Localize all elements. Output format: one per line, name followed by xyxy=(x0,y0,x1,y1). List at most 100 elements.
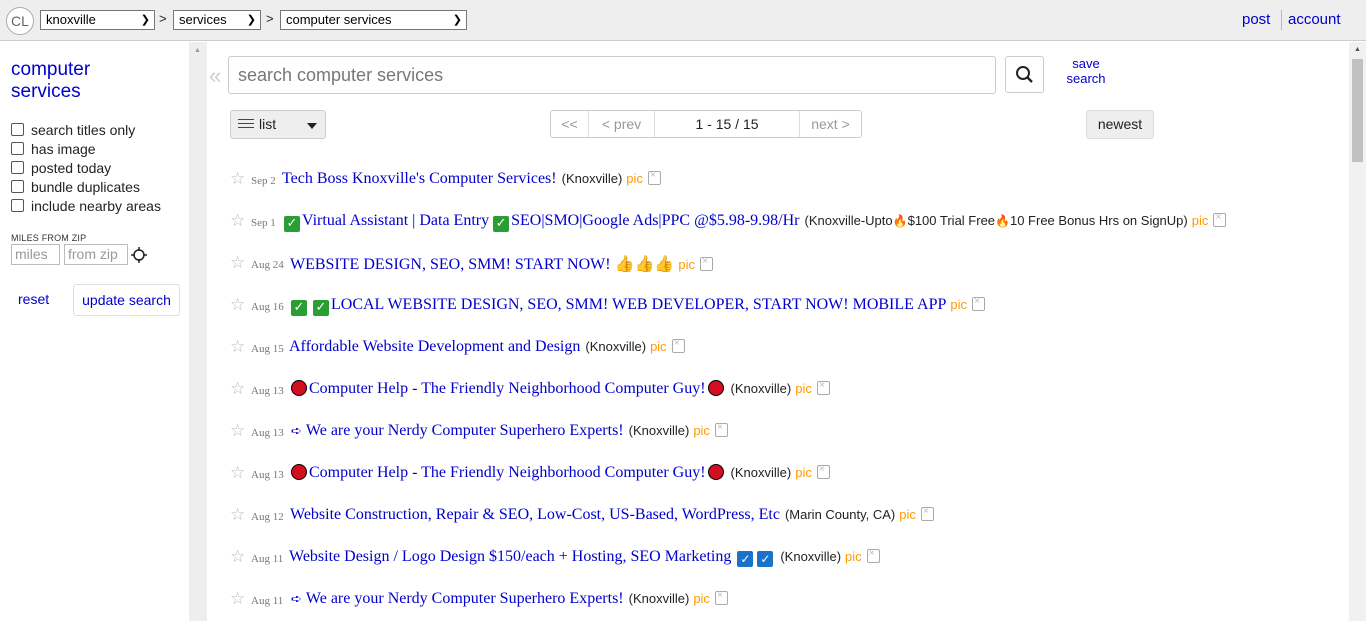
checkbox[interactable] xyxy=(11,180,24,193)
locate-me-icon[interactable] xyxy=(131,247,147,263)
listing-title-link[interactable]: Website Construction, Repair & SEO, Low-… xyxy=(290,506,780,523)
reset-link[interactable]: reset xyxy=(18,291,49,307)
hide-posting-icon[interactable] xyxy=(714,589,728,605)
search-button[interactable] xyxy=(1005,56,1044,93)
listing-title-link[interactable]: ➪ We are your Nerdy Computer Superhero Ex… xyxy=(291,590,624,607)
star-icon[interactable]: ☆ xyxy=(230,589,245,609)
scroll-up-icon[interactable]: ▲ xyxy=(1354,46,1361,53)
filter-has-image[interactable]: has image xyxy=(11,140,96,159)
checkbox[interactable] xyxy=(11,142,24,155)
listing-title-link[interactable]: WEBSITE DESIGN, SEO, SMM! START NOW! 👍👍👍 xyxy=(290,254,674,273)
listing-title-link[interactable]: Affordable Website Development and Desig… xyxy=(289,338,580,355)
listing-title-text: WEBSITE DESIGN, SEO, SMM! START NOW! xyxy=(290,256,611,273)
subcategory-select[interactable]: computer services ❯ xyxy=(280,10,467,30)
star-icon[interactable]: ☆ xyxy=(230,463,245,483)
hide-posting-icon[interactable] xyxy=(972,295,986,311)
star-icon[interactable]: ☆ xyxy=(230,337,245,357)
listing-title-text: LOCAL WEBSITE DESIGN, SEO, SMM! WEB DEVE… xyxy=(331,296,947,313)
checkbox[interactable] xyxy=(11,199,24,212)
star-icon[interactable]: ☆ xyxy=(230,379,245,399)
star-icon[interactable]: ☆ xyxy=(230,211,245,231)
filter-bundle-duplicates[interactable]: bundle duplicates xyxy=(11,178,140,197)
post-date: Sep 1 xyxy=(251,217,276,229)
sidebar-category-title[interactable]: computer services xyxy=(11,59,90,103)
filter-include-nearby-areas[interactable]: include nearby areas xyxy=(11,197,161,216)
listing-title-link[interactable]: ✓ ✓ LOCAL WEBSITE DESIGN, SEO, SMM! WEB D… xyxy=(291,296,947,316)
page-scrollbar[interactable]: ▲ xyxy=(1349,42,1366,621)
listing-title-link[interactable]: Computer Help - The Friendly Neighborhoo… xyxy=(291,380,726,397)
listing-title-link[interactable]: Website Design / Logo Design $150/each +… xyxy=(289,548,775,567)
hide-posting-icon[interactable] xyxy=(647,169,661,185)
post-date: Aug 16 xyxy=(251,301,284,313)
star-icon[interactable]: ☆ xyxy=(230,295,245,315)
listing-title-link[interactable]: ➪ We are your Nerdy Computer Superhero Ex… xyxy=(291,422,624,439)
post-link[interactable]: post xyxy=(1242,11,1270,28)
listing-title-text: Computer Help - The Friendly Neighborhoo… xyxy=(309,464,706,481)
post-date: Aug 12 xyxy=(251,511,284,523)
red-circle-icon xyxy=(291,380,307,396)
page-range: 1 - 15 / 15 xyxy=(655,111,800,137)
listing-location: (Knoxville) xyxy=(730,381,792,396)
listing-location: (Knoxville) xyxy=(561,171,623,186)
location-select-value: knoxville xyxy=(46,12,96,27)
listing-title-link[interactable]: ✓ Virtual Assistant | Data Entry ✓ SEO|SMO… xyxy=(284,212,799,232)
star-icon[interactable]: ☆ xyxy=(230,253,245,273)
chevron-down-icon: ❯ xyxy=(140,14,150,26)
miles-input[interactable]: miles xyxy=(11,244,60,265)
hide-posting-icon[interactable] xyxy=(699,255,713,271)
post-date: Aug 15 xyxy=(251,343,284,355)
pic-tag: pic xyxy=(845,549,862,564)
scrollbar-thumb[interactable] xyxy=(1352,59,1363,162)
check-mark-icon: ✓ xyxy=(291,300,307,316)
chevron-down-icon: ❯ xyxy=(452,14,462,26)
view-mode-dropdown[interactable]: list xyxy=(230,110,326,139)
sort-dropdown[interactable]: newest xyxy=(1086,110,1154,139)
hide-posting-icon[interactable] xyxy=(920,505,934,521)
chevron-down-icon: ❯ xyxy=(246,14,256,26)
next-page-button[interactable]: next > xyxy=(800,111,861,137)
hide-posting-icon[interactable] xyxy=(714,421,728,437)
arrow-icon: ➪ xyxy=(291,592,302,607)
top-bar: CL knoxville ❯ > services ❯ > computer s… xyxy=(0,0,1366,41)
first-page-button[interactable]: << xyxy=(551,111,589,137)
star-icon[interactable]: ☆ xyxy=(230,547,245,567)
star-icon[interactable]: ☆ xyxy=(230,169,245,189)
filter-label: has image xyxy=(31,141,96,157)
collapse-sidebar-icon[interactable]: « xyxy=(209,63,221,89)
sidebar-title-line: computer xyxy=(11,59,91,80)
hide-posting-icon[interactable] xyxy=(1213,211,1227,227)
hide-posting-icon[interactable] xyxy=(816,379,830,395)
pic-tag: pic xyxy=(899,507,916,522)
arrow-icon: ➪ xyxy=(291,424,302,439)
sidebar: computer services search titles only has… xyxy=(0,42,189,621)
blue-check-icon: ✓ xyxy=(757,551,774,567)
breadcrumb-separator: > xyxy=(159,11,167,26)
pic-tag: pic xyxy=(795,465,812,480)
zip-input[interactable]: from zip xyxy=(64,244,128,265)
search-input[interactable]: search computer services xyxy=(228,56,996,94)
filter-posted-today[interactable]: posted today xyxy=(11,159,111,178)
save-search-link[interactable]: save search xyxy=(1060,56,1112,86)
category-select-value: services xyxy=(179,12,227,27)
checkbox[interactable] xyxy=(11,161,24,174)
hide-posting-icon[interactable] xyxy=(866,547,880,563)
listing-title-link[interactable]: Tech Boss Knoxville's Computer Services! xyxy=(282,170,557,187)
listing-title-link[interactable]: Computer Help - The Friendly Neighborhoo… xyxy=(291,464,726,481)
star-icon[interactable]: ☆ xyxy=(230,421,245,441)
craigslist-logo[interactable]: CL xyxy=(6,7,34,35)
sidebar-gutter[interactable]: ▲ xyxy=(189,42,207,621)
filter-label: search titles only xyxy=(31,122,136,138)
account-link[interactable]: account xyxy=(1288,11,1341,28)
update-search-button[interactable]: update search xyxy=(73,284,180,316)
filter-search-titles-only[interactable]: search titles only xyxy=(11,121,135,140)
scroll-up-icon[interactable]: ▲ xyxy=(194,47,201,54)
checkbox[interactable] xyxy=(11,123,24,136)
star-icon[interactable]: ☆ xyxy=(230,505,245,525)
location-select[interactable]: knoxville ❯ xyxy=(40,10,155,30)
post-date: Aug 13 xyxy=(251,469,284,481)
category-select[interactable]: services ❯ xyxy=(173,10,261,30)
prev-page-button[interactable]: < prev xyxy=(589,111,655,137)
hide-posting-icon[interactable] xyxy=(816,463,830,479)
hide-posting-icon[interactable] xyxy=(671,337,685,353)
post-date: Aug 11 xyxy=(251,553,284,565)
